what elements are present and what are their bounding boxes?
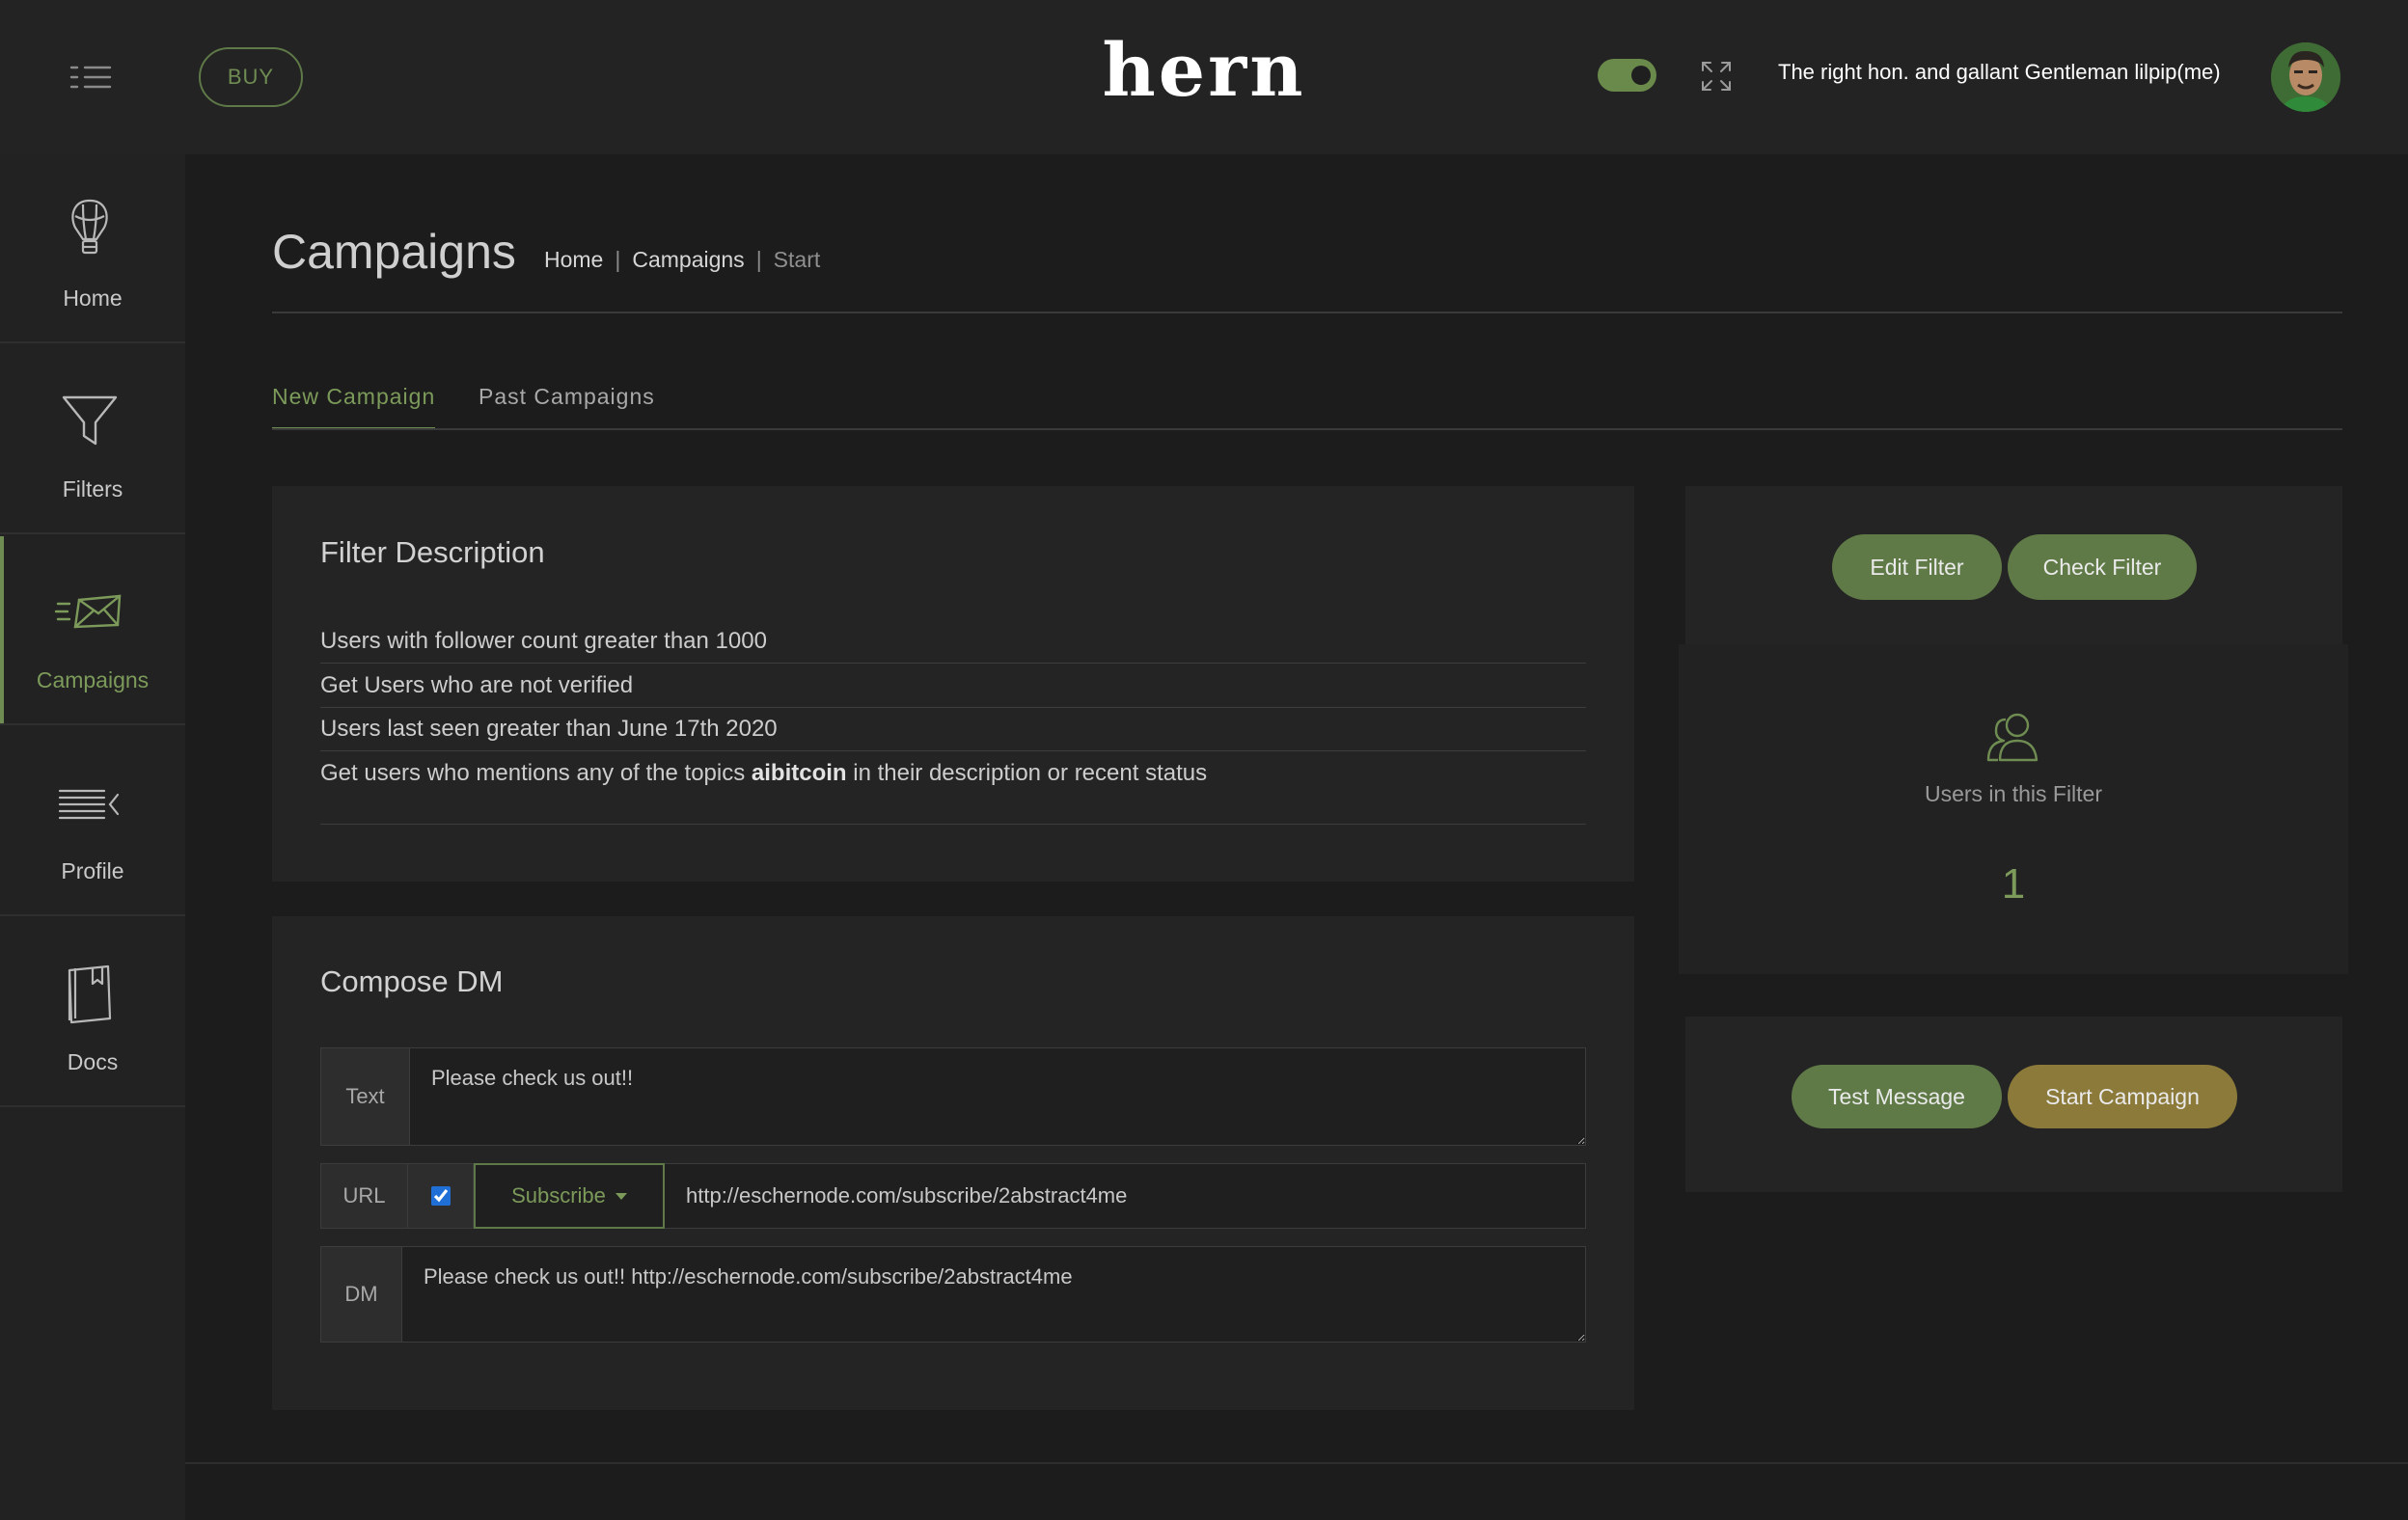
topics-keyword: aibitcoin [751,760,847,786]
users-icon [1981,706,2046,772]
filter-row: Get Users who are not verified [320,664,1586,708]
book-icon [54,959,125,1030]
breadcrumb-home[interactable]: Home [544,247,603,272]
card-title: Filter Description [320,535,545,569]
breadcrumb-campaigns[interactable]: Campaigns [632,247,744,272]
title-divider [272,312,2342,313]
breadcrumb-separator: | [755,247,762,272]
sidebar-item-home[interactable]: Home [0,154,185,343]
text-textarea[interactable]: Please check us out!! [410,1048,1585,1145]
test-message-button[interactable]: Test Message [1792,1065,2002,1128]
filter-row: Users last seen greater than June 17th 2… [320,707,1586,751]
text-label: Text [321,1048,410,1145]
sidebar-item-docs[interactable]: Docs [0,918,185,1107]
mail-icon [54,577,125,648]
breadcrumb-current: Start [773,247,821,272]
url-field-group: URL Subscribe [320,1163,1586,1229]
subscribe-label: Subscribe [511,1183,606,1208]
check-filter-button[interactable]: Check Filter [2008,534,2197,600]
card-title: Compose DM [320,964,504,998]
filter-description-card: Filter Description Users with follower c… [272,486,1634,882]
toggle-knob [1631,66,1651,85]
url-label: URL [321,1164,408,1228]
edit-filter-button[interactable]: Edit Filter [1832,534,2002,600]
url-checkbox[interactable] [430,1186,451,1206]
main-content: Campaigns Home | Campaigns | Start New Campa… [185,154,2408,1520]
breadcrumb: Home | Campaigns | Start [544,247,820,273]
sidebar-item-label: Filters [62,476,123,502]
avatar[interactable] [2271,42,2340,112]
page-title: Campaigns [272,225,516,279]
users-count: 1 [2001,860,2026,908]
breadcrumb-separator: | [615,247,621,272]
logo[interactable]: hern [1103,27,1306,113]
users-in-filter-card: Users in this Filter 1 [1679,644,2348,974]
compose-dm-card: Compose DM Text Please check us out!! UR… [272,916,1634,1410]
sidebar-item-campaigns[interactable]: Campaigns [0,536,185,725]
fullscreen-icon[interactable] [1700,60,1733,93]
url-checkbox-cell [408,1164,474,1228]
text-field-group: Text Please check us out!! [320,1047,1586,1146]
dm-field-group: DM Please check us out!! http://escherno… [320,1246,1586,1343]
lines-icon [54,768,125,839]
caret-down-icon [615,1192,627,1200]
dm-label: DM [321,1247,402,1342]
sidebar-item-filters[interactable]: Filters [0,345,185,534]
campaign-actions-card: Test Message Start Campaign [1685,1017,2342,1192]
sidebar-item-label: Campaigns [36,667,150,692]
filter-row-topics: Get users who mentions any of the topics… [320,751,1586,825]
topics-prefix: Get users who mentions any of the topics [320,760,746,786]
buy-button[interactable]: BUY [199,47,303,107]
start-campaign-button[interactable]: Start Campaign [2008,1065,2237,1128]
menu-toggle-icon[interactable] [66,58,116,96]
topics-suffix: in their description or recent status [853,760,1208,786]
sidebar-item-label: Profile [61,858,124,883]
tab-past-campaigns[interactable]: Past Campaigns [479,384,655,430]
sidebar-item-profile[interactable]: Profile [0,727,185,916]
filter-row: Users with follower count greater than 1… [320,619,1586,664]
top-bar: BUY hern The right hon. and gallant Gent… [0,0,2408,154]
username[interactable]: The right hon. and gallant Gentleman lil… [1778,60,2221,85]
funnel-icon [54,386,125,457]
tabs-divider [272,428,2342,430]
subscribe-dropdown-button[interactable]: Subscribe [474,1163,665,1229]
url-input[interactable] [665,1164,1585,1228]
tab-new-campaign[interactable]: New Campaign [272,384,436,430]
balloon-icon [54,195,125,266]
sidebar-item-label: Home [63,285,123,311]
users-in-filter-label: Users in this Filter [1924,781,2103,806]
sidebar: Home Filters Campaigns Profile Docs [0,154,185,1520]
footer-divider [185,1462,2408,1464]
theme-toggle[interactable] [1598,59,1656,92]
dm-textarea[interactable]: Please check us out!! http://eschernode.… [402,1247,1585,1342]
sidebar-item-label: Docs [67,1049,119,1074]
